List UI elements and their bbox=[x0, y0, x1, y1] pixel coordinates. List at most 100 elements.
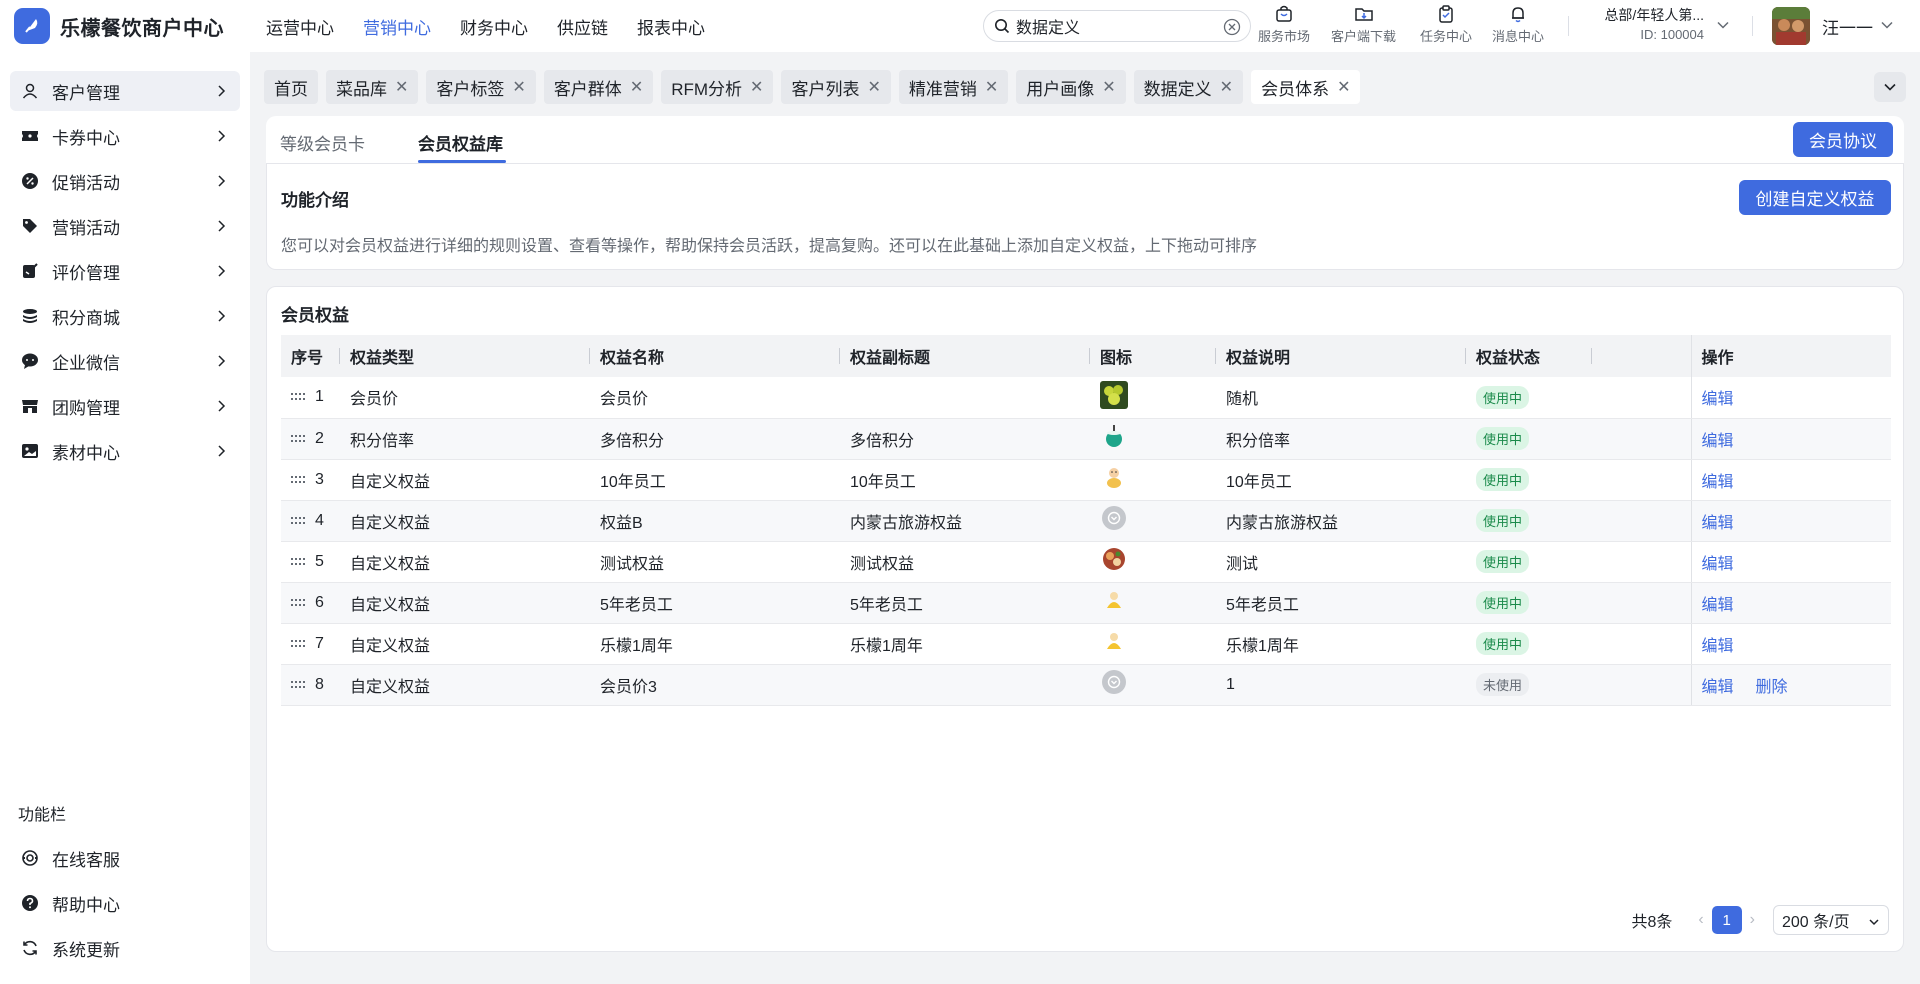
table-row[interactable]: 3 自定义权益 10年员工 10年员工 10年员工 使用中 编辑 bbox=[281, 459, 1891, 501]
name-cell: 乐檬1周年 bbox=[590, 623, 840, 665]
close-icon[interactable]: ✕ bbox=[750, 77, 763, 97]
table-row[interactable]: 7 自定义权益 乐檬1周年 乐檬1周年 乐檬1周年 使用中 编辑 bbox=[281, 623, 1891, 665]
create-custom-benefit-button[interactable]: 创建自定义权益 bbox=[1739, 180, 1891, 215]
edit-link[interactable]: 编辑 bbox=[1702, 556, 1734, 573]
close-icon[interactable]: ✕ bbox=[512, 77, 525, 97]
tab-customer-list[interactable]: 客户列表 ✕ bbox=[781, 70, 891, 104]
drag-handle-icon[interactable] bbox=[291, 680, 305, 690]
tab-level-card[interactable]: 等级会员卡 bbox=[280, 130, 365, 155]
sidebar-item-label: 帮助中心 bbox=[52, 895, 120, 915]
tabs-more-button[interactable] bbox=[1874, 72, 1906, 102]
top-nav-operations[interactable]: 运营中心 bbox=[266, 14, 334, 39]
drag-handle-icon[interactable] bbox=[291, 392, 305, 402]
edit-link[interactable]: 编辑 bbox=[1702, 474, 1734, 491]
close-icon[interactable]: ✕ bbox=[1337, 77, 1350, 97]
drag-handle-icon[interactable] bbox=[291, 598, 305, 608]
tab-dish-library[interactable]: 菜品库 ✕ bbox=[326, 70, 419, 104]
tab-benefit-library[interactable]: 会员权益库 bbox=[418, 130, 503, 155]
edit-link[interactable]: 编辑 bbox=[1702, 391, 1734, 408]
seq-cell: 1 bbox=[281, 377, 340, 419]
refresh-icon bbox=[20, 938, 40, 958]
page-number[interactable]: 1 bbox=[1711, 906, 1742, 934]
close-icon[interactable]: ✕ bbox=[630, 77, 643, 97]
drag-handle-icon[interactable] bbox=[291, 516, 305, 526]
sidebar-item-wecom[interactable]: 企业微信 bbox=[10, 341, 240, 381]
clear-search-icon[interactable] bbox=[1223, 18, 1241, 36]
sidebar-item-online-service[interactable]: 在线客服 bbox=[10, 838, 240, 878]
close-icon[interactable]: ✕ bbox=[1220, 77, 1233, 97]
top-nav-supply-chain[interactable]: 供应链 bbox=[557, 14, 608, 39]
sidebar-item-marketing[interactable]: 营销活动 bbox=[10, 206, 240, 246]
page-size-select[interactable]: 200 条/页 bbox=[1773, 905, 1889, 935]
top-nav: 运营中心 营销中心 财务中心 供应链 报表中心 bbox=[266, 14, 734, 39]
drag-handle-icon[interactable] bbox=[291, 639, 305, 649]
shop-bag-icon bbox=[1276, 5, 1292, 22]
tab-customer-tags[interactable]: 客户标签 ✕ bbox=[426, 70, 536, 104]
close-icon[interactable]: ✕ bbox=[1102, 77, 1115, 97]
sidebar-item-system-update[interactable]: 系统更新 bbox=[10, 928, 240, 968]
task-center-button[interactable]: 任务中心 bbox=[1420, 4, 1472, 45]
chevron-down-icon[interactable] bbox=[1716, 18, 1730, 32]
service-market-button[interactable]: 服务市场 bbox=[1258, 4, 1310, 45]
tab-data-definition[interactable]: 数据定义 ✕ bbox=[1133, 70, 1244, 104]
table-row[interactable]: 8 自定义权益 会员价3 1 未使用 编辑 删除 bbox=[281, 664, 1891, 706]
close-icon[interactable]: ✕ bbox=[867, 77, 880, 97]
tab-user-profile[interactable]: 用户画像 ✕ bbox=[1016, 70, 1126, 104]
tab-customer-groups[interactable]: 客户群体 ✕ bbox=[543, 70, 654, 104]
top-nav-finance[interactable]: 财务中心 bbox=[460, 14, 528, 39]
search-input[interactable] bbox=[1016, 17, 1216, 35]
service-market-label: 服务市场 bbox=[1258, 29, 1311, 44]
table-row[interactable]: 6 自定义权益 5年老员工 5年老员工 5年老员工 使用中 编辑 bbox=[281, 582, 1891, 624]
close-icon[interactable]: ✕ bbox=[985, 77, 998, 97]
sidebar-item-group-buying[interactable]: 团购管理 bbox=[10, 386, 240, 426]
edit-link[interactable]: 编辑 bbox=[1702, 515, 1734, 532]
edit-link[interactable]: 编辑 bbox=[1702, 597, 1734, 614]
tab-precision-marketing[interactable]: 精准营销 ✕ bbox=[898, 70, 1009, 104]
meat-dish-icon bbox=[1100, 545, 1128, 573]
coconut-drink-icon bbox=[1100, 422, 1128, 450]
member-agreement-button[interactable]: 会员协议 bbox=[1793, 122, 1893, 157]
edit-link[interactable]: 编辑 bbox=[1702, 638, 1734, 655]
type-cell: 会员价 bbox=[340, 377, 590, 419]
sidebar-item-coupons[interactable]: 卡券中心 bbox=[10, 116, 240, 156]
prev-page-icon[interactable]: ‹ bbox=[1698, 911, 1703, 929]
seq-number: 7 bbox=[315, 634, 324, 652]
seq-number: 3 bbox=[315, 470, 324, 488]
edit-link[interactable]: 编辑 bbox=[1702, 679, 1734, 696]
sidebar-item-materials[interactable]: 素材中心 bbox=[10, 431, 240, 471]
drag-handle-icon[interactable] bbox=[291, 475, 305, 485]
client-download-button[interactable]: 客户端下载 bbox=[1331, 4, 1396, 45]
chevron-down-icon[interactable] bbox=[1880, 18, 1894, 32]
tab-label: 客户群体 bbox=[553, 79, 622, 99]
message-center-button[interactable]: 消息中心 bbox=[1492, 4, 1544, 45]
drag-handle-icon[interactable] bbox=[291, 434, 305, 444]
sidebar-item-points-mall[interactable]: 积分商城 bbox=[10, 296, 240, 336]
table-row[interactable]: 4 自定义权益 权益B 内蒙古旅游权益 内蒙古旅游权益 使用中 编辑 bbox=[281, 500, 1891, 542]
sidebar-item-promotions[interactable]: 促销活动 bbox=[10, 161, 240, 201]
tab-membership-system[interactable]: 会员体系 ✕ bbox=[1251, 70, 1361, 104]
edit-link[interactable]: 编辑 bbox=[1702, 433, 1734, 450]
drag-handle-icon[interactable] bbox=[291, 557, 305, 567]
tab-home[interactable]: 首页 bbox=[264, 70, 318, 104]
org-switcher[interactable]: 总部/年轻人第... ID: 100004 bbox=[1574, 5, 1704, 45]
close-icon[interactable]: ✕ bbox=[395, 77, 408, 97]
status-badge: 使用中 bbox=[1476, 632, 1530, 655]
brand[interactable]: 乐檬餐饮商户中心 bbox=[0, 8, 250, 44]
chevron-down-icon bbox=[1869, 919, 1879, 926]
top-nav-reports[interactable]: 报表中心 bbox=[637, 14, 705, 39]
sidebar-item-help-center[interactable]: 帮助中心 bbox=[10, 883, 240, 923]
top-nav-marketing[interactable]: 营销中心 bbox=[363, 14, 431, 39]
sidebar-item-label: 素材中心 bbox=[52, 443, 120, 463]
avatar[interactable] bbox=[1772, 7, 1810, 45]
table-row[interactable]: 2 积分倍率 多倍积分 多倍积分 积分倍率 使用中 编辑 bbox=[281, 418, 1891, 460]
delete-link[interactable]: 删除 bbox=[1756, 679, 1788, 696]
seq-number: 2 bbox=[315, 429, 324, 447]
user-name[interactable]: 汪一一 bbox=[1822, 14, 1873, 39]
table-row[interactable]: 5 自定义权益 测试权益 测试权益 测试 使用中 编辑 bbox=[281, 541, 1891, 583]
table-row[interactable]: 1 会员价 会员价 随机 使用中 编辑 bbox=[281, 377, 1891, 419]
tab-rfm-analysis[interactable]: RFM分析 ✕ bbox=[661, 70, 774, 104]
sidebar-item-reviews[interactable]: 评价管理 bbox=[10, 251, 240, 291]
next-page-icon[interactable]: › bbox=[1750, 911, 1755, 929]
sidebar-item-customers[interactable]: 客户管理 bbox=[10, 71, 240, 111]
icon-cell bbox=[1090, 541, 1216, 583]
